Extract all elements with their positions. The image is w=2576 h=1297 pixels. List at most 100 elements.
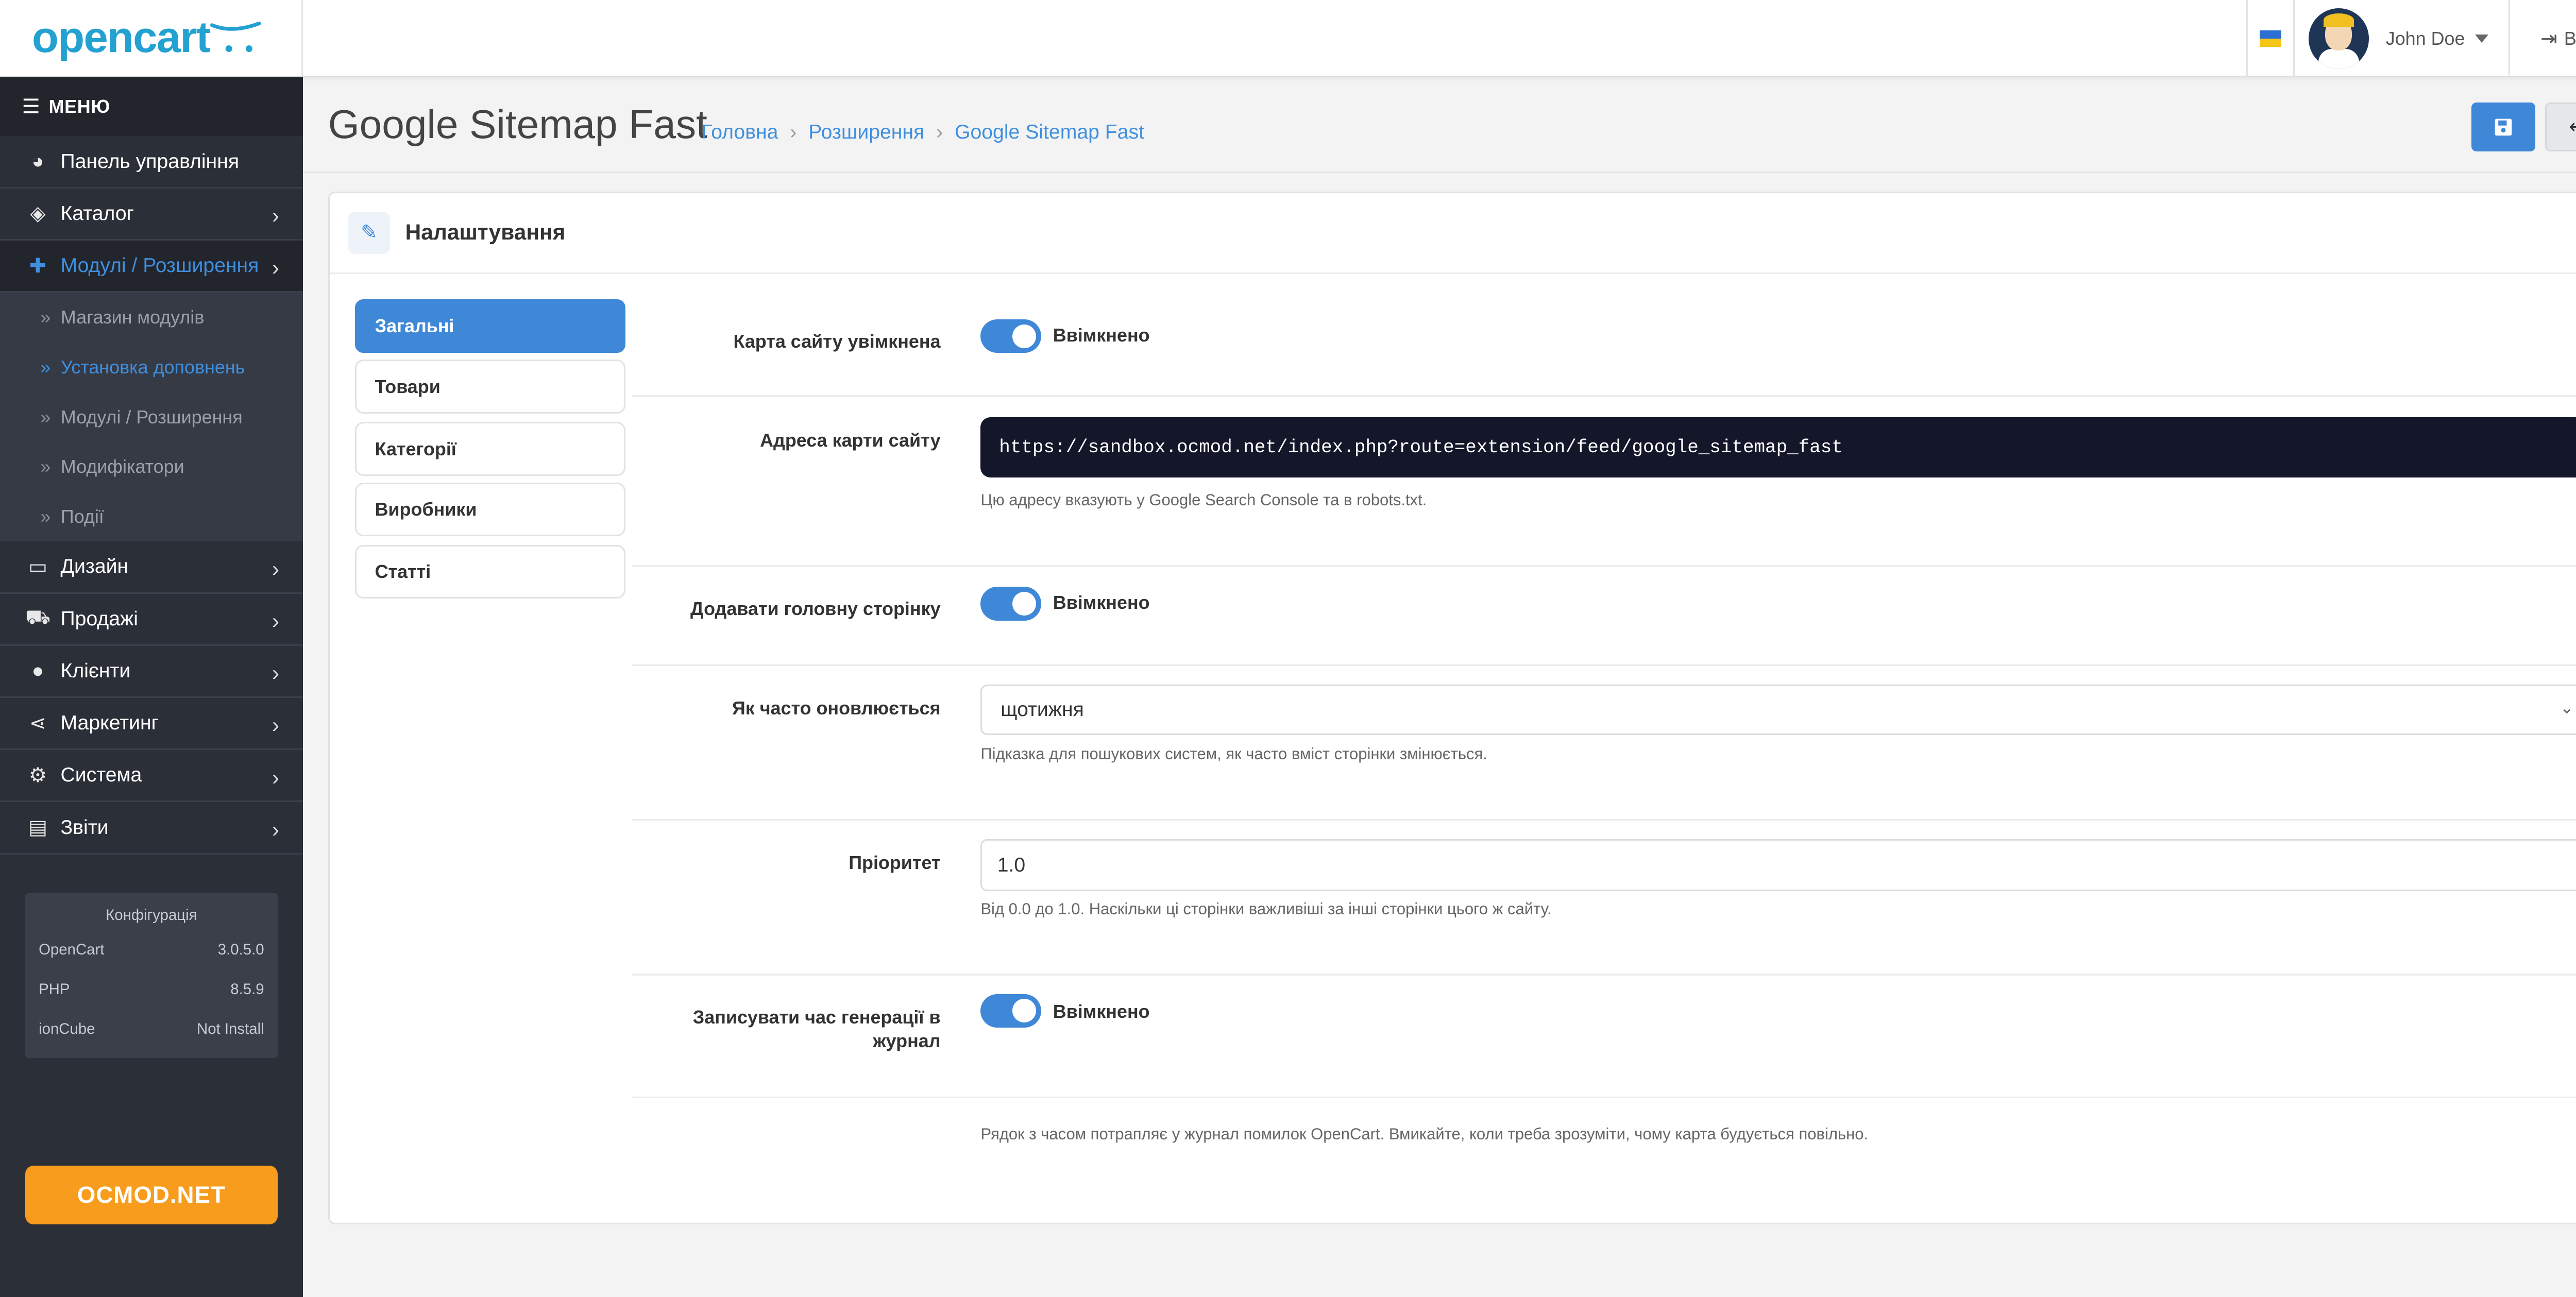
double-chevron-icon: » bbox=[40, 406, 51, 428]
submenu-label: Події bbox=[60, 506, 104, 527]
config-panel: Конфігурація OpenCart 3.0.5.0 PHP 8.5.9 … bbox=[25, 893, 278, 1058]
sidebar-item-sales[interactable]: ⛟ Продажі › bbox=[0, 594, 303, 646]
submenu-item-store[interactable]: » Магазин модулів bbox=[0, 293, 303, 343]
breadcrumb-current[interactable]: Google Sitemap Fast bbox=[955, 121, 1144, 144]
log-time-toggle[interactable] bbox=[980, 994, 1041, 1028]
sidebar: ☰ МЕНЮ ◕ Панель управління ◈ Каталог › ✚… bbox=[0, 77, 303, 1297]
logo[interactable]: opencart bbox=[0, 0, 303, 78]
double-chevron-icon: » bbox=[40, 506, 51, 527]
sidebar-item-catalog[interactable]: ◈ Каталог › bbox=[0, 189, 303, 241]
logout-link[interactable]: ⇥ Вихід bbox=[2510, 0, 2576, 77]
card-header: ✎ Налаштування bbox=[329, 193, 2576, 274]
puzzle-icon: ✚ bbox=[29, 254, 46, 277]
priority-label: Пріоритет bbox=[849, 851, 941, 873]
tab-products[interactable]: Товари bbox=[354, 360, 626, 414]
top-header: opencart John Doe ⇥ Вихід bbox=[0, 0, 2576, 78]
changefreq-label: Як часто оновлюється bbox=[732, 697, 941, 719]
sidebar-item-design[interactable]: ▭ Дизайн › bbox=[0, 541, 303, 594]
add-home-state: Ввімкнено bbox=[1053, 592, 1150, 613]
breadcrumb: Головна › Розширення › Google Sitemap Fa… bbox=[702, 121, 1144, 144]
breadcrumb-home[interactable]: Головна bbox=[702, 121, 778, 144]
chevron-right-icon: › bbox=[936, 121, 943, 144]
log-time-help: Рядок з часом потрапляє у журнал помилок… bbox=[980, 1125, 1869, 1144]
submenu-item-installer[interactable]: » Установка доповнень bbox=[0, 343, 303, 392]
config-row: OpenCart 3.0.5.0 bbox=[25, 930, 278, 970]
gear-icon: ⚙ bbox=[28, 764, 47, 787]
config-name: PHP bbox=[39, 980, 70, 998]
sidebar-item-label: Звіти bbox=[60, 816, 109, 839]
dashboard-icon: ◕ bbox=[31, 150, 44, 173]
changefreq-value: щотижня bbox=[1001, 698, 1084, 721]
divider bbox=[632, 395, 2576, 397]
submenu-label: Модифікатори bbox=[60, 456, 184, 477]
sidebar-item-extensions[interactable]: ✚ Модулі / Розширення › bbox=[0, 240, 303, 293]
sitemap-url-label: Адреса карти сайту bbox=[760, 430, 941, 451]
save-button[interactable] bbox=[2471, 103, 2535, 151]
sitemap-url-help: Цю адресу вказують у Google Search Conso… bbox=[980, 491, 1427, 509]
cart-icon: ⛟ bbox=[25, 606, 51, 629]
sitemap-url-field[interactable]: https://sandbox.ocmod.net/index.php?rout… bbox=[980, 417, 2576, 478]
desktop-icon: ▭ bbox=[28, 555, 47, 578]
chevron-right-icon: › bbox=[272, 817, 280, 842]
chevron-right-icon: › bbox=[272, 556, 280, 581]
cart-logo-icon bbox=[210, 22, 261, 53]
config-row: ionCube Not Install bbox=[25, 1009, 278, 1049]
changefreq-help: Підказка для пошукових систем, як часто … bbox=[980, 745, 1487, 763]
submenu-item-extensions[interactable]: » Модулі / Розширення bbox=[0, 392, 303, 442]
config-title: Конфігурація bbox=[106, 906, 197, 924]
tags-icon: ◈ bbox=[30, 202, 46, 225]
sidebar-item-label: Маркетинг bbox=[60, 712, 159, 735]
sidebar-item-system[interactable]: ⚙ Система › bbox=[0, 750, 303, 803]
tab-general[interactable]: Загальні bbox=[354, 299, 626, 353]
log-time-label: Записувати час генерації в журнал bbox=[693, 1005, 941, 1052]
divider bbox=[632, 1096, 2576, 1098]
log-time-label-line1: Записувати час генерації в bbox=[692, 1006, 941, 1028]
tab-categories[interactable]: Категорії bbox=[354, 422, 626, 476]
chevron-down-icon: ⌄ bbox=[2560, 697, 2574, 717]
logout-label: Вихід bbox=[2564, 28, 2576, 49]
ukraine-flag-icon bbox=[2260, 30, 2282, 47]
settings-card: ✎ Налаштування Загальні Товари Категорії… bbox=[328, 192, 2576, 1225]
menu-toggle[interactable]: ☰ МЕНЮ bbox=[0, 77, 303, 136]
changefreq-select[interactable]: щотижня ⌄ bbox=[980, 684, 2576, 735]
save-icon bbox=[2495, 118, 2512, 135]
language-flag[interactable] bbox=[2246, 0, 2293, 78]
logo-text: opencart bbox=[32, 12, 211, 61]
divider bbox=[632, 664, 2576, 666]
sidebar-item-customers[interactable]: ● Клієнти › bbox=[0, 646, 303, 698]
chart-icon: ▤ bbox=[28, 816, 47, 839]
user-menu[interactable]: John Doe bbox=[2293, 0, 2511, 78]
sidebar-item-dashboard[interactable]: ◕ Панель управління bbox=[0, 136, 303, 189]
tab-articles[interactable]: Статті bbox=[354, 544, 626, 599]
sidebar-item-label: Каталог bbox=[60, 202, 134, 225]
submenu-item-events[interactable]: » Події bbox=[0, 492, 303, 542]
chevron-right-icon: › bbox=[272, 765, 280, 790]
submenu-item-modifications[interactable]: » Модифікатори bbox=[0, 442, 303, 492]
breadcrumb-extensions[interactable]: Розширення bbox=[808, 121, 924, 144]
chevron-right-icon: › bbox=[272, 661, 280, 686]
double-chevron-icon: » bbox=[40, 456, 51, 477]
page-title: Google Sitemap Fast bbox=[328, 101, 707, 147]
chevron-right-icon: › bbox=[272, 203, 280, 228]
hamburger-icon: ☰ bbox=[22, 95, 41, 118]
sidebar-item-label: Клієнти bbox=[60, 659, 131, 682]
ocmod-promo-button[interactable]: OCMOD.NET bbox=[25, 1165, 278, 1225]
card-title: Налаштування bbox=[405, 220, 566, 245]
tab-manufacturers[interactable]: Виробники bbox=[354, 482, 626, 537]
menu-label: МЕНЮ bbox=[48, 96, 110, 117]
sidebar-item-label: Система bbox=[60, 764, 142, 787]
caret-down-icon bbox=[2475, 35, 2489, 43]
sitemap-enabled-toggle[interactable] bbox=[980, 319, 1041, 353]
add-home-toggle[interactable] bbox=[980, 587, 1041, 621]
config-name: ionCube bbox=[39, 1020, 95, 1037]
back-button[interactable]: ↩ bbox=[2545, 103, 2576, 151]
sidebar-item-label: Модулі / Розширення bbox=[60, 254, 259, 277]
submenu-label: Установка доповнень bbox=[60, 356, 245, 378]
sidebar-item-label: Продажі bbox=[60, 607, 138, 630]
priority-input[interactable]: 1.0 bbox=[980, 839, 2576, 892]
submenu-label: Магазин модулів bbox=[60, 306, 205, 328]
submenu-label: Модулі / Розширення bbox=[60, 406, 243, 428]
sidebar-item-reports[interactable]: ▤ Звіти › bbox=[0, 802, 303, 855]
log-time-label-line2: журнал bbox=[873, 1030, 941, 1052]
sidebar-item-marketing[interactable]: ⋖ Маркетинг › bbox=[0, 698, 303, 750]
